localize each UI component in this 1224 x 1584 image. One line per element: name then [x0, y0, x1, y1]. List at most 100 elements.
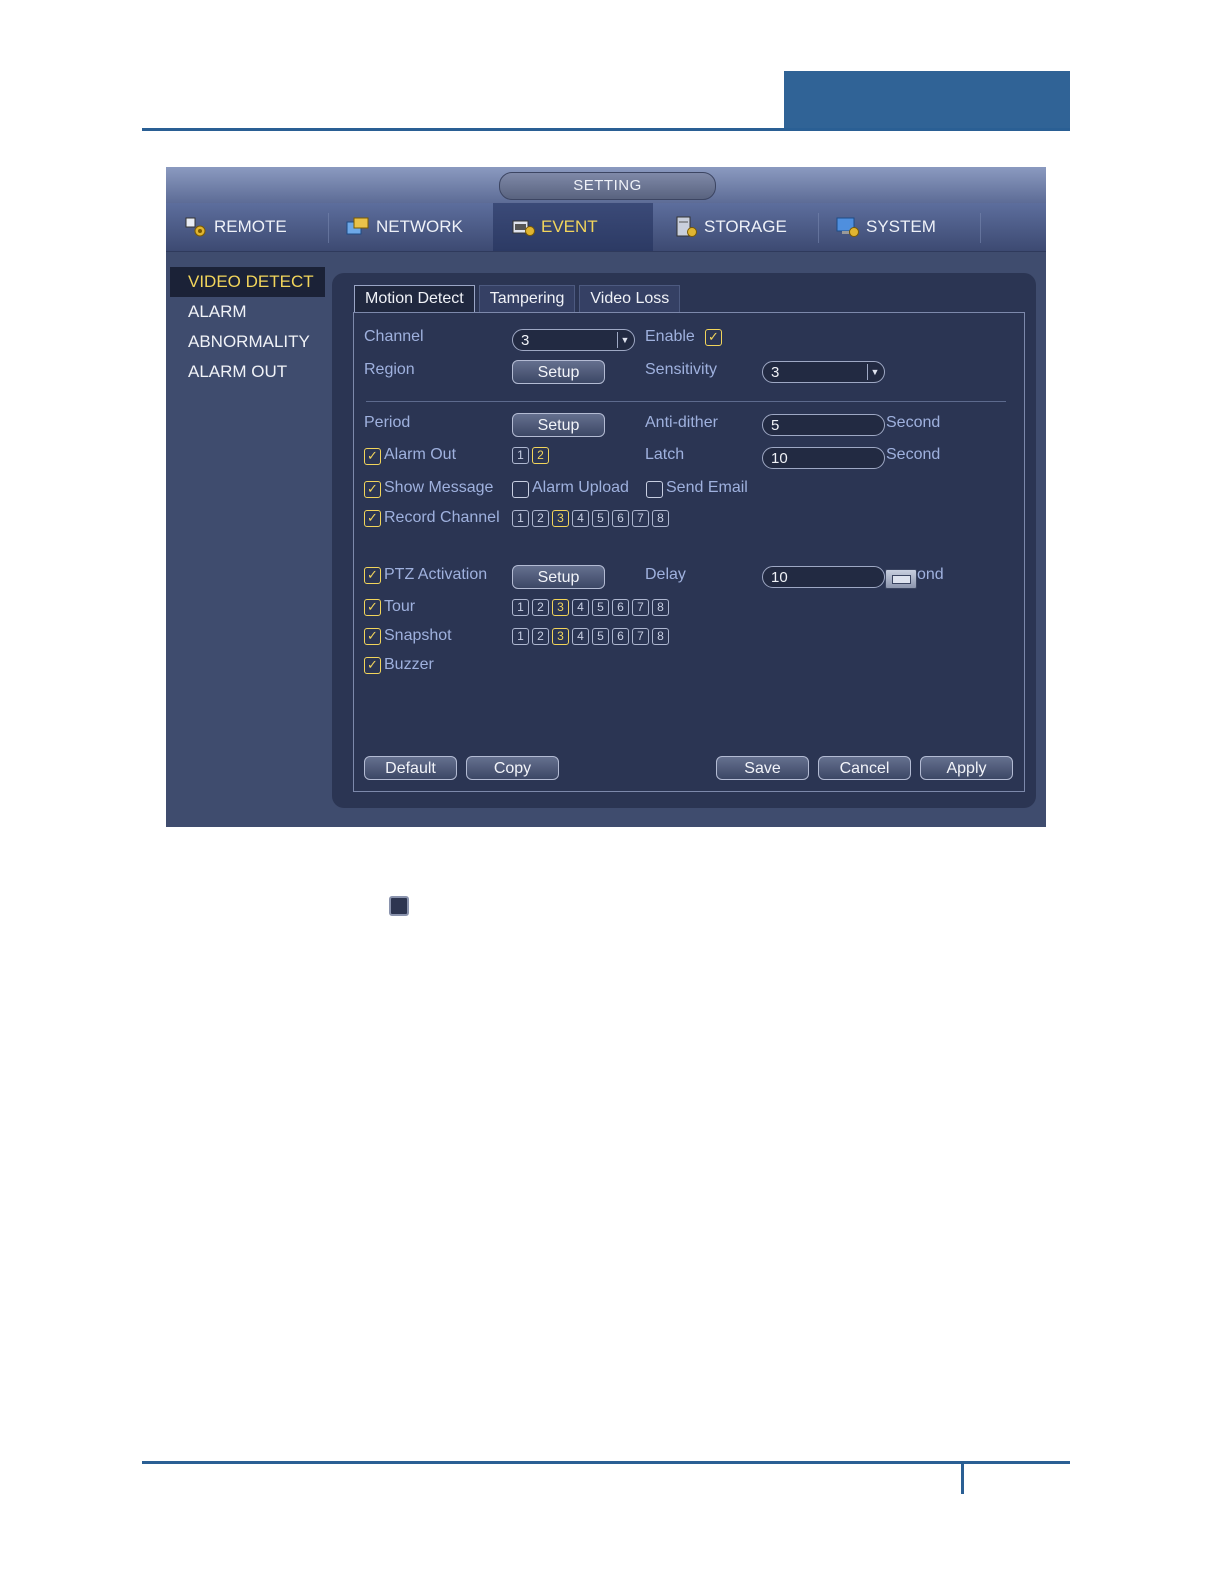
record-channel-1[interactable]: 1	[512, 510, 529, 527]
alarm-out-checkbox[interactable]: ✓	[364, 448, 381, 465]
snapshot-label: Snapshot	[384, 627, 452, 644]
snapshot-channel-1[interactable]: 1	[512, 628, 529, 645]
alarm-out-channel-2[interactable]: 2	[532, 447, 549, 464]
record-channel-5[interactable]: 5	[592, 510, 609, 527]
tab-network[interactable]: NETWORK	[346, 203, 486, 251]
chevron-down-icon[interactable]: ▼	[617, 332, 632, 348]
snapshot-channel-4[interactable]: 4	[572, 628, 589, 645]
sidebar-item-video-detect[interactable]: VIDEO DETECT	[170, 267, 325, 297]
alarm-out-channels: 1 2	[512, 447, 549, 464]
tab-storage-label: STORAGE	[704, 217, 787, 236]
footer-rule	[142, 1461, 1070, 1464]
sensitivity-value: 3	[771, 364, 780, 381]
record-channel-3[interactable]: 3	[552, 510, 569, 527]
alarm-out-label: Alarm Out	[384, 446, 457, 463]
snapshot-channel-8[interactable]: 8	[652, 628, 669, 645]
tour-channels: 1 2 3 4 5 6 7 8	[512, 599, 669, 616]
sensitivity-label: Sensitivity	[645, 361, 718, 378]
cancel-button[interactable]: Cancel	[818, 756, 911, 780]
buzzer-label: Buzzer	[384, 656, 434, 673]
footer-tick	[961, 1464, 964, 1494]
alarm-upload-label: Alarm Upload	[532, 479, 629, 496]
delay-unit: ond	[917, 566, 944, 583]
tab-event[interactable]: EVENT	[493, 203, 653, 251]
tour-channel-5[interactable]: 5	[592, 599, 609, 616]
record-channel-2[interactable]: 2	[532, 510, 549, 527]
tour-channel-2[interactable]: 2	[532, 599, 549, 616]
remote-icon	[184, 216, 208, 238]
region-setup-button[interactable]: Setup	[512, 360, 605, 384]
form-divider	[366, 401, 1006, 402]
tour-channel-4[interactable]: 4	[572, 599, 589, 616]
send-email-label: Send Email	[666, 479, 748, 496]
delay-label: Delay	[645, 566, 686, 583]
top-nav: REMOTE NETWORK EVENT STORAGE SYSTEM	[166, 203, 1046, 252]
record-channel-4[interactable]: 4	[572, 510, 589, 527]
sidebar-item-alarm-out[interactable]: ALARM OUT	[170, 357, 325, 387]
tab-remote[interactable]: REMOTE	[184, 203, 324, 251]
channel-select[interactable]: 3 ▼	[512, 329, 635, 351]
window-title: SETTING	[499, 172, 716, 200]
tab-motion-detect[interactable]: Motion Detect	[354, 285, 475, 312]
title-bar: SETTING	[166, 167, 1046, 203]
anti-dither-label: Anti-dither	[645, 414, 718, 431]
alarm-out-channel-1[interactable]: 1	[512, 447, 529, 464]
record-channel-8[interactable]: 8	[652, 510, 669, 527]
tour-channel-3[interactable]: 3	[552, 599, 569, 616]
tour-checkbox[interactable]: ✓	[364, 599, 381, 616]
tab-system-label: SYSTEM	[866, 217, 936, 236]
enable-label: Enable	[645, 328, 695, 345]
tab-tampering[interactable]: Tampering	[478, 285, 576, 312]
channel-value: 3	[521, 332, 530, 349]
apply-button[interactable]: Apply	[920, 756, 1013, 780]
tour-channel-6[interactable]: 6	[612, 599, 629, 616]
copy-button[interactable]: Copy	[466, 756, 559, 780]
nav-separator	[818, 213, 819, 243]
tab-storage[interactable]: STORAGE	[674, 203, 814, 251]
send-email-checkbox[interactable]	[646, 481, 663, 498]
record-channel-checkbox[interactable]: ✓	[364, 510, 381, 527]
record-channel-7[interactable]: 7	[632, 510, 649, 527]
record-channel-label: Record Channel	[384, 509, 500, 526]
tab-system[interactable]: SYSTEM	[836, 203, 976, 251]
header-block	[784, 71, 1070, 131]
latch-input[interactable]: 10	[762, 447, 885, 469]
tab-video-loss[interactable]: Video Loss	[579, 285, 681, 312]
record-channel-6[interactable]: 6	[612, 510, 629, 527]
tour-channel-8[interactable]: 8	[652, 599, 669, 616]
snapshot-channel-3[interactable]: 3	[552, 628, 569, 645]
snapshot-checkbox[interactable]: ✓	[364, 628, 381, 645]
anti-dither-input[interactable]: 5	[762, 414, 885, 436]
sensitivity-select[interactable]: 3 ▼	[762, 361, 885, 383]
enable-checkbox[interactable]: ✓	[705, 329, 722, 346]
period-setup-button[interactable]: Setup	[512, 413, 605, 437]
sidebar-item-abnormality[interactable]: ABNORMALITY	[170, 327, 325, 357]
default-button[interactable]: Default	[364, 756, 457, 780]
motion-detect-form: Channel 3 ▼ Enable ✓ Region Setup Sensit…	[353, 312, 1025, 792]
tour-channel-1[interactable]: 1	[512, 599, 529, 616]
keyboard-icon[interactable]	[885, 569, 917, 589]
delay-input[interactable]: 10	[762, 566, 885, 588]
show-message-checkbox[interactable]: ✓	[364, 481, 381, 498]
snapshot-channel-7[interactable]: 7	[632, 628, 649, 645]
save-button[interactable]: Save	[716, 756, 809, 780]
chevron-down-icon[interactable]: ▼	[867, 364, 882, 380]
nav-separator	[328, 213, 329, 243]
show-message-label: Show Message	[384, 479, 494, 496]
event-icon	[511, 216, 535, 238]
tour-label: Tour	[384, 598, 416, 615]
buzzer-checkbox[interactable]: ✓	[364, 657, 381, 674]
tab-remote-label: REMOTE	[214, 217, 287, 236]
nav-separator	[980, 213, 981, 243]
snapshot-channel-2[interactable]: 2	[532, 628, 549, 645]
ptz-setup-button[interactable]: Setup	[512, 565, 605, 589]
tour-channel-7[interactable]: 7	[632, 599, 649, 616]
left-nav: VIDEO DETECT ALARM ABNORMALITY ALARM OUT	[170, 267, 325, 387]
snapshot-channel-5[interactable]: 5	[592, 628, 609, 645]
ptz-activation-checkbox[interactable]: ✓	[364, 567, 381, 584]
alarm-upload-checkbox[interactable]	[512, 481, 529, 498]
anti-dither-unit: Second	[886, 414, 941, 431]
snapshot-channel-6[interactable]: 6	[612, 628, 629, 645]
sidebar-item-alarm[interactable]: ALARM	[170, 297, 325, 327]
snapshot-channels: 1 2 3 4 5 6 7 8	[512, 628, 669, 645]
